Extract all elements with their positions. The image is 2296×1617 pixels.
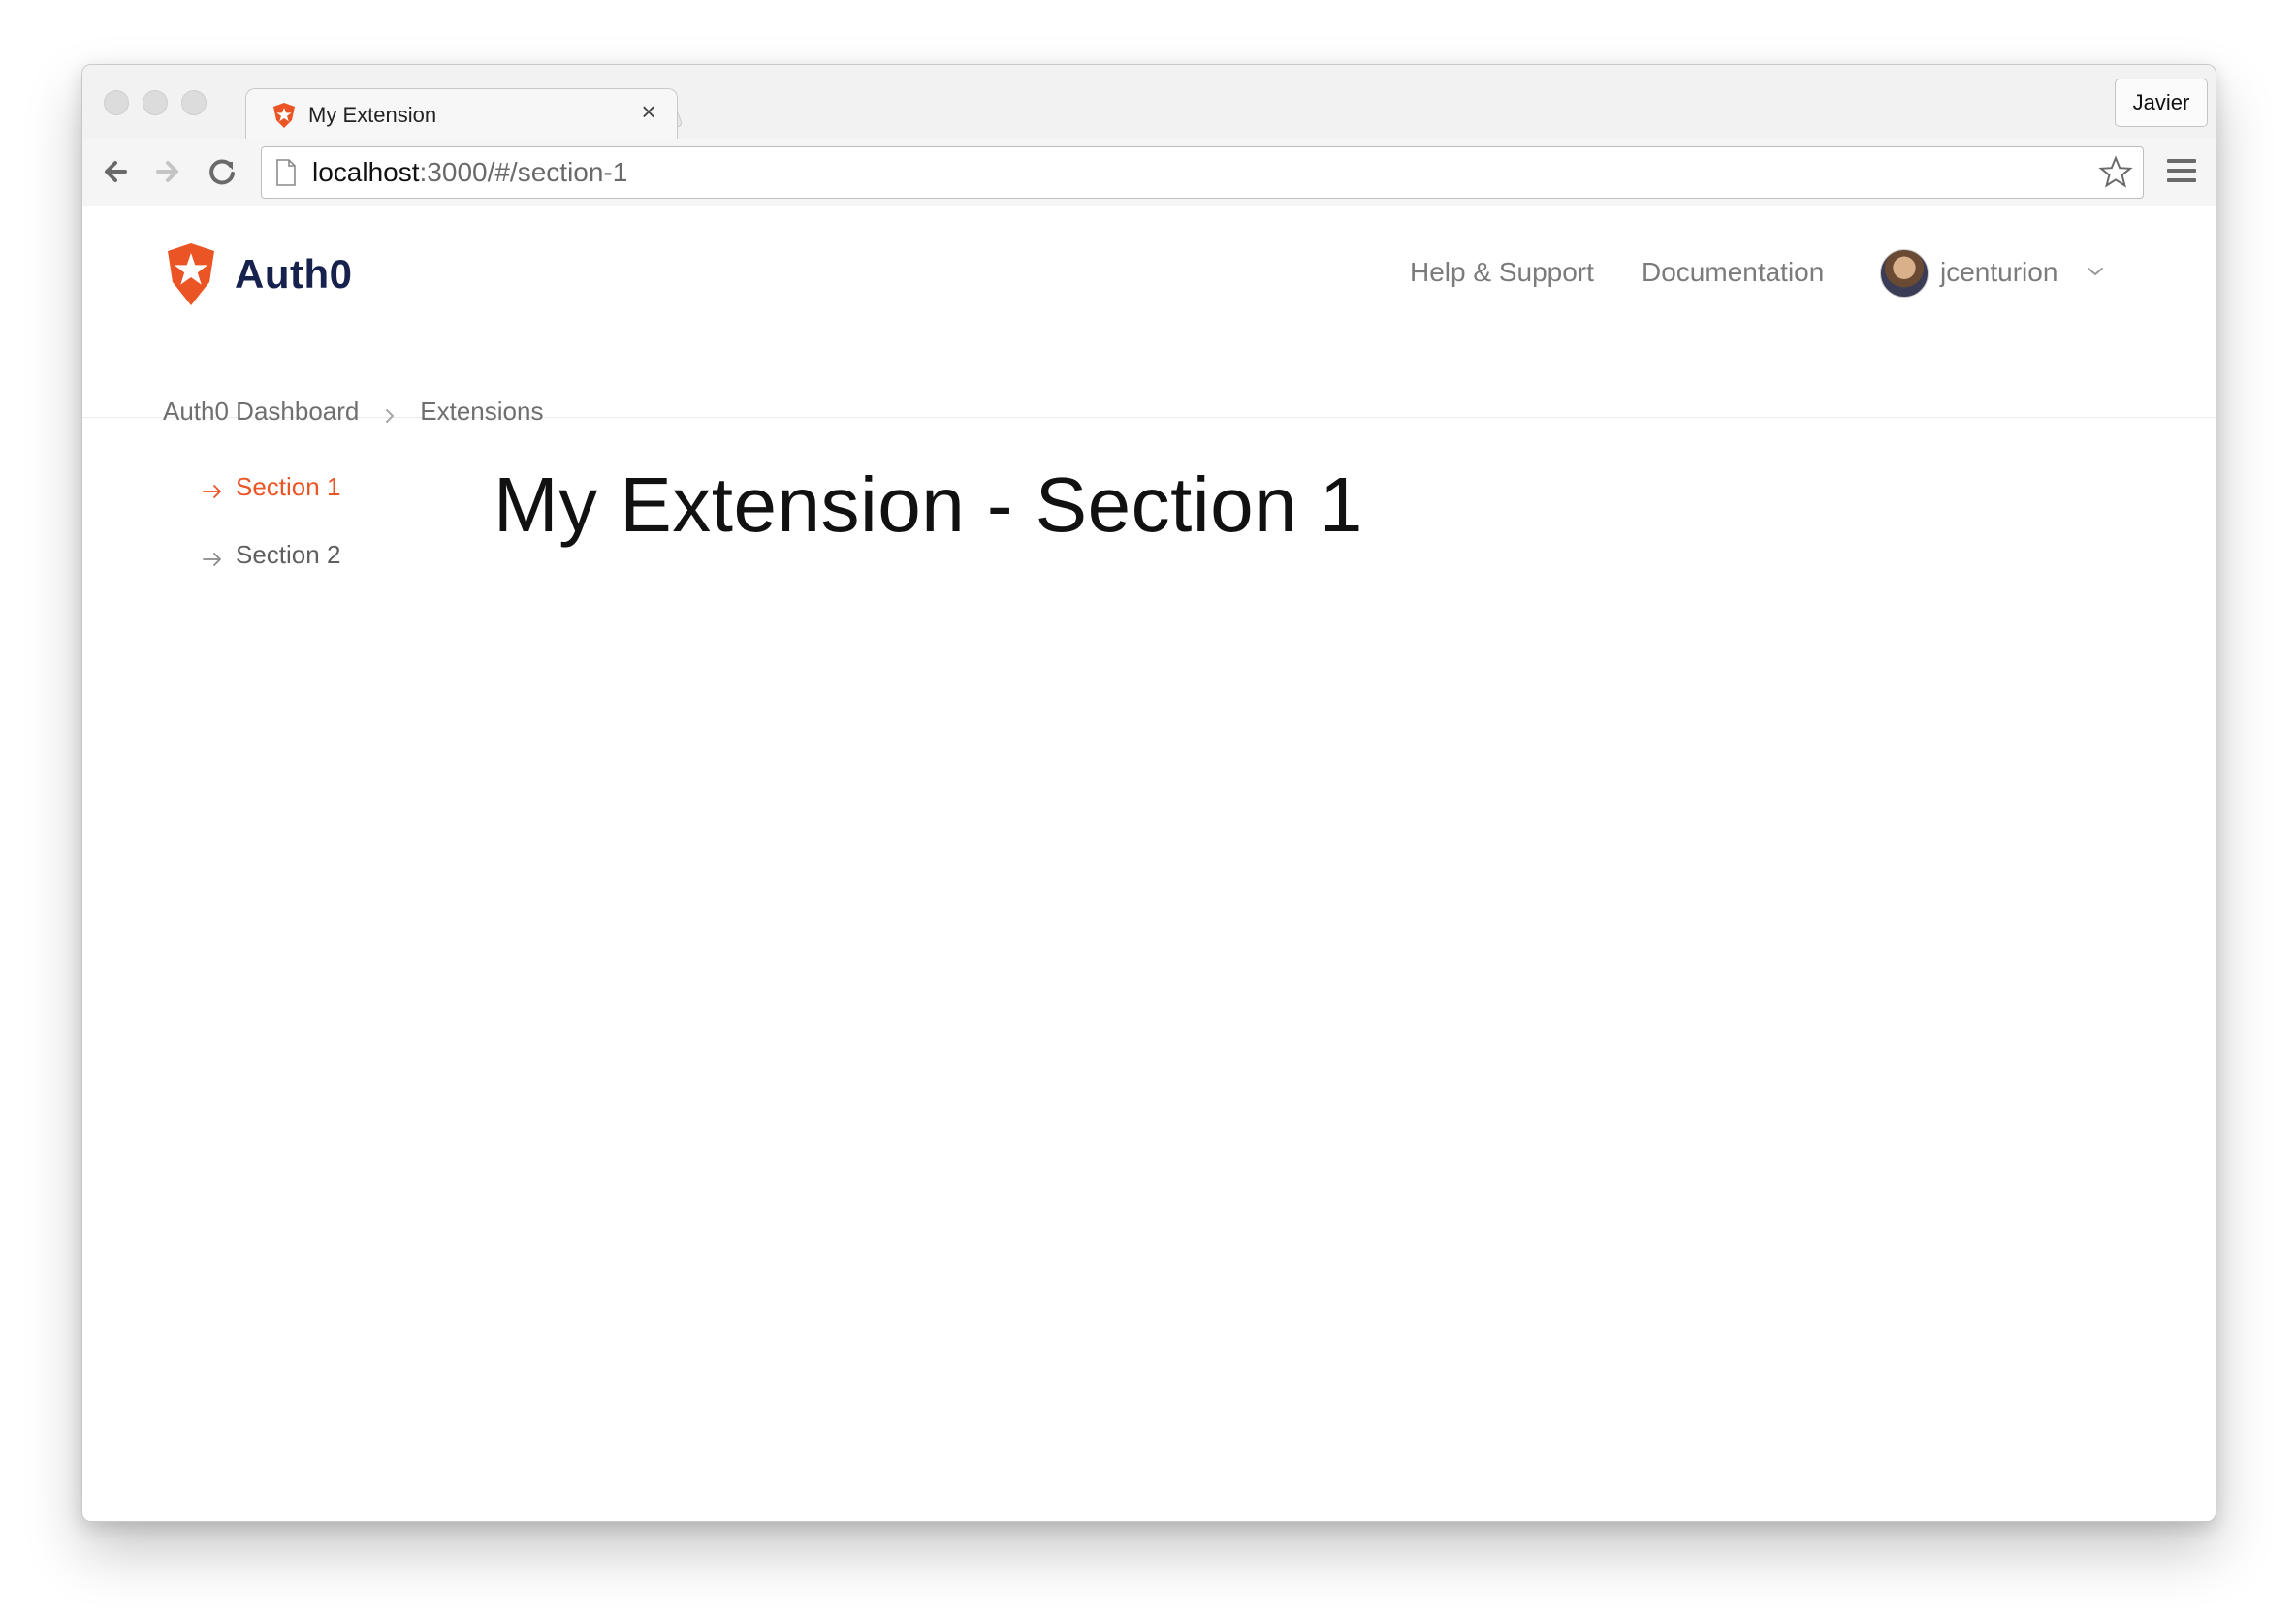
- window-zoom-dot[interactable]: [181, 90, 207, 115]
- auth0-logo-icon: [273, 103, 295, 128]
- breadcrumb: Auth0 Dashboard Extensions: [163, 396, 543, 435]
- documentation-link[interactable]: Documentation: [1642, 257, 1824, 288]
- page-content: Auth0 Help & Support Documentation jcent…: [82, 206, 2216, 1521]
- chevron-right-icon: [385, 408, 395, 423]
- tab-strip: My Extension × Javier: [82, 65, 2216, 141]
- breadcrumb-dashboard-link[interactable]: Auth0 Dashboard: [163, 396, 359, 426]
- username: jcenturion: [1940, 257, 2058, 287]
- arrow-left-icon[interactable]: [94, 150, 137, 193]
- arrow-right-icon: [203, 485, 221, 498]
- arrow-right-icon[interactable]: [146, 150, 189, 193]
- url-path: :3000/#/section-1: [419, 157, 628, 187]
- avatar: [1880, 249, 1929, 298]
- url-host: localhost: [312, 157, 420, 187]
- sidebar-item-label: Section 1: [236, 472, 341, 501]
- chevron-down-icon: [2088, 268, 2103, 276]
- document-icon: [276, 159, 296, 186]
- tab-close-icon[interactable]: ×: [634, 97, 663, 126]
- sidebar-item-label: Section 2: [236, 540, 341, 569]
- page-title: My Extension - Section 1: [494, 461, 1363, 548]
- hamburger-menu-icon[interactable]: [2165, 156, 2198, 185]
- tab-title: My Extension: [308, 103, 437, 127]
- user-menu[interactable]: jcenturion: [1880, 241, 2113, 298]
- profile-button[interactable]: Javier: [2115, 79, 2208, 127]
- window-minimize-dot[interactable]: [143, 90, 168, 115]
- window-close-dot[interactable]: [104, 90, 129, 115]
- arrow-right-icon: [203, 553, 221, 566]
- browser-tab[interactable]: My Extension ×: [245, 88, 678, 141]
- browser-toolbar: localhost:3000/#/section-1: [82, 139, 2216, 206]
- address-url: localhost:3000/#/section-1: [312, 157, 627, 188]
- auth0-logo-icon: [168, 243, 214, 305]
- breadcrumb-extensions-link[interactable]: Extensions: [420, 396, 543, 426]
- help-support-link[interactable]: Help & Support: [1410, 257, 1594, 288]
- star-icon[interactable]: [2098, 155, 2133, 190]
- browser-window: My Extension × Javier localhost:3000/#/s…: [81, 64, 2216, 1522]
- brand-name: Auth0: [235, 251, 353, 297]
- address-bar[interactable]: localhost:3000/#/section-1: [261, 146, 2144, 199]
- reload-icon[interactable]: [201, 150, 243, 193]
- site-header: Auth0 Help & Support Documentation jcent…: [82, 206, 2216, 418]
- screenshot-stage: My Extension × Javier localhost:3000/#/s…: [0, 0, 2296, 1617]
